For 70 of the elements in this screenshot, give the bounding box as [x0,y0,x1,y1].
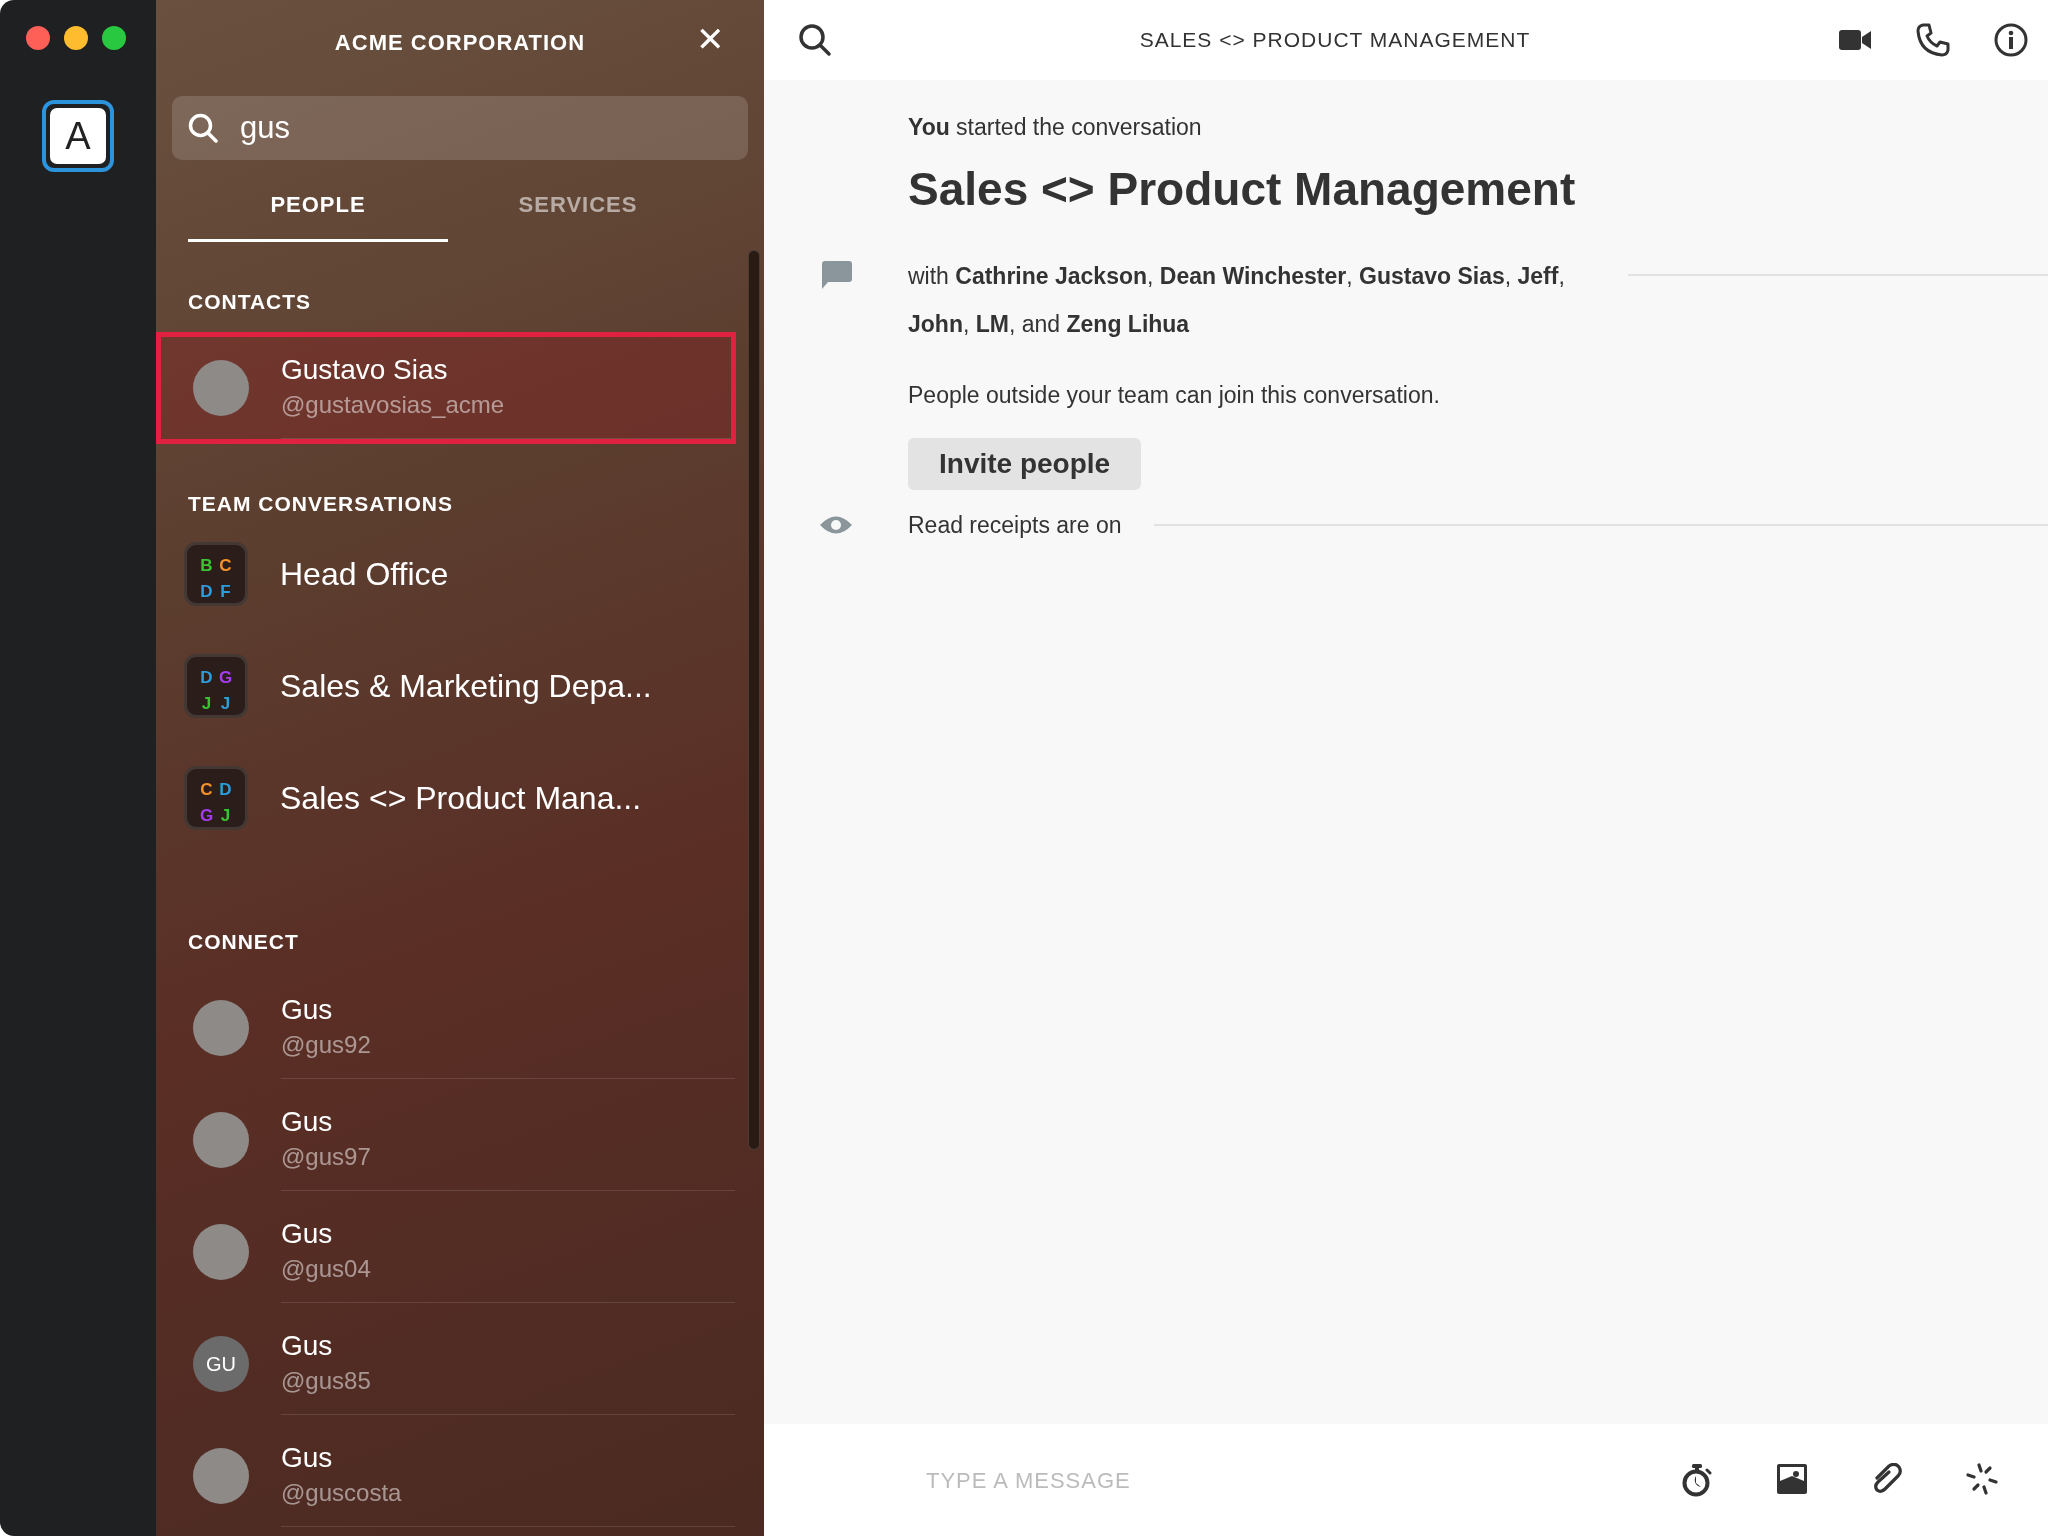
conversation-row[interactable]: C D G J Sales <> Product Mana... [156,742,740,854]
contact-name: Gus [281,1217,334,1251]
section-heading: CONTACTS [187,289,313,315]
contact-handle: @gus04 [281,1254,372,1284]
photo-placeholder [193,1224,249,1280]
stopwatch-icon [1682,1463,1712,1497]
window-control-button[interactable] [26,26,50,50]
contact-name: Gustavo Sias [281,353,449,387]
group-avatar: B C D F [184,542,248,606]
avatar: GU [193,1336,249,1392]
contact-row[interactable]: Gus @gus97 [156,1084,740,1196]
contact-handle: @gus92 [281,1030,372,1060]
conversation-name: Sales & Marketing Depa... [280,667,652,706]
contact-handle: @gus97 [281,1142,372,1172]
image-button[interactable] [1776,1463,1808,1497]
invite-people-button[interactable]: Invite people [908,438,1142,490]
info-button[interactable] [1994,23,2028,57]
group-avatar: D G J J [184,654,248,718]
photo-placeholder [193,1000,249,1056]
call-button[interactable] [1916,23,1950,57]
photo-placeholder [193,1448,249,1504]
read-receipts-status: Read receipts are on [908,511,1122,540]
speech-bubble-icon [819,259,853,290]
window-control-button[interactable] [64,26,88,50]
contact-row[interactable]: GU Gus @gus85 [156,1308,740,1420]
conversation-name: Sales <> Product Mana... [280,779,642,818]
conversation-name: Head Office [280,555,449,594]
participants-text: with Cathrine Jackson, Dean Winchester, Gustavo Sias, Jeff, John, LM, and Zeng Lihua [908,261,1566,339]
contact-name: Gus [281,993,334,1027]
paperclip-icon [1872,1463,1902,1495]
photo-placeholder [193,360,249,416]
contact-handle: @gus85 [281,1366,372,1396]
conversation-row[interactable]: B C D F Head Office [156,518,740,630]
search-icon [188,113,218,143]
info-icon [1994,23,2028,57]
close-button[interactable]: ✕ [692,18,728,60]
timer-button[interactable] [1682,1463,1712,1497]
search-field[interactable]: gus [238,103,732,153]
tab[interactable]: SERVICES [448,170,708,242]
contact-row[interactable]: Gus @guscosta [156,1420,740,1532]
conversation-title: SALES <> PRODUCT MANAGEMENT [1138,27,1532,54]
section-heading: CONNECT [187,929,300,955]
contact-name: Gus [281,1105,334,1139]
gif-button[interactable] [1966,1463,1998,1497]
section-heading: TEAM CONVERSATIONS [187,491,454,517]
image-icon [1776,1463,1808,1495]
conversation-row[interactable]: D G J J Sales & Marketing Depa... [156,630,740,742]
guest-access-note: People outside your team can join this conversation. [908,380,1440,410]
conversation-start-note: You started the conversation [908,113,1202,142]
contact-name: Gus [281,1329,334,1363]
contact-handle: @guscosta [281,1478,403,1508]
contact-row[interactable]: Gus @gus04 [156,1196,740,1308]
contact-name: Gus [281,1441,334,1475]
photo-placeholder [193,1112,249,1168]
contact-row[interactable]: Gus @gus92 [156,972,740,1084]
window-control-button[interactable] [102,26,126,50]
sparkle-icon [1966,1463,1998,1495]
phone-icon [1916,23,1950,57]
conversation-heading: Sales <> Product Management [908,161,1576,217]
contact-handle: @gustavosias_acme [281,390,506,420]
team-name: ACME CORPORATION [334,28,586,57]
account-switcher[interactable]: A [42,100,114,172]
contact-row[interactable]: Gustavo Sias @gustavosias_acme [156,332,736,444]
search-icon [798,23,832,57]
group-avatar: C D G J [184,766,248,830]
message-field[interactable]: TYPE A MESSAGE [924,1462,1682,1498]
search-button[interactable] [798,23,832,57]
scrollbar[interactable] [748,250,760,1150]
tab[interactable]: PEOPLE [188,170,448,242]
search-box[interactable]: gus [172,96,748,160]
